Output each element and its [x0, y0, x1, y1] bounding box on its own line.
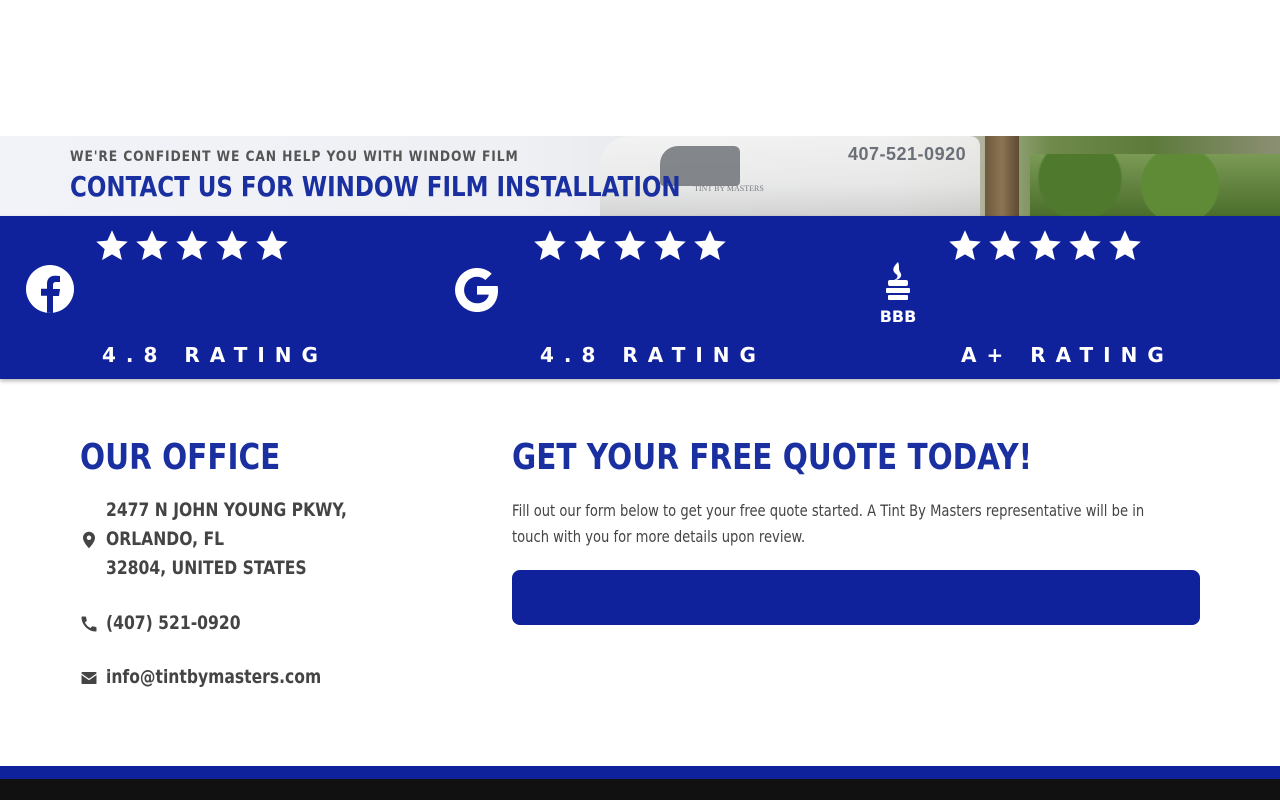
star-icon: [1029, 230, 1061, 261]
truck-phone-decal: 407-521-0920: [848, 144, 967, 164]
email-link[interactable]: info@tintbymasters.com: [106, 663, 321, 692]
facebook-icon: [26, 265, 74, 313]
rating-facebook[interactable]: 4.8 RATING: [0, 216, 430, 379]
star-rating: [947, 228, 1143, 264]
star-icon: [1109, 230, 1141, 261]
star-icon: [1069, 230, 1101, 261]
bbb-icon: BBB: [880, 262, 917, 324]
phone-icon: [81, 615, 97, 631]
map-pin-icon: [83, 531, 95, 548]
star-icon: [949, 230, 981, 261]
star-icon: [534, 230, 566, 261]
star-rating: [532, 228, 728, 264]
star-icon: [216, 230, 248, 261]
footer-accent-bar: [0, 766, 1280, 779]
quote-title: GET YOUR FREE QUOTE TODAY!: [512, 437, 1033, 478]
envelope-icon: [81, 671, 97, 684]
star-icon: [989, 230, 1021, 261]
star-rating: [94, 228, 290, 264]
rating-bbb[interactable]: BBB A+ RATING: [860, 216, 1280, 379]
rating-label: 4.8 RATING: [102, 343, 328, 367]
google-icon: [455, 268, 498, 312]
star-icon: [96, 230, 128, 261]
hero-title: CONTACT US FOR WINDOW FILM INSTALLATION: [70, 170, 681, 203]
footer: [0, 779, 1280, 800]
star-icon: [256, 230, 288, 261]
star-icon: [614, 230, 646, 261]
office-email[interactable]: info@tintbymasters.com: [80, 663, 368, 692]
address-line-1: 2477 N JOHN YOUNG PKWY,: [106, 499, 347, 521]
star-icon: [574, 230, 606, 261]
star-icon: [176, 230, 208, 261]
palm-tree-image: [985, 136, 1019, 216]
quote-form-container[interactable]: [512, 570, 1200, 625]
office-title: OUR OFFICE: [80, 437, 281, 478]
star-icon: [654, 230, 686, 261]
office-phone[interactable]: (407) 521-0920: [80, 609, 270, 638]
rating-label: 4.8 RATING: [540, 343, 766, 367]
star-icon: [694, 230, 726, 261]
ratings-bar: 4.8 RATING 4.8 RATING BBB A+ RATING: [0, 216, 1280, 379]
address-text: 2477 N JOHN YOUNG PKWY, ORLANDO, FL 3280…: [106, 496, 347, 583]
phone-link[interactable]: (407) 521-0920: [106, 609, 241, 638]
hero-subtitle: WE'RE CONFIDENT WE CAN HELP YOU WITH WIN…: [70, 149, 519, 165]
contact-hero-banner: 407-521-0920 TINT BY MASTERS WE'RE CONFI…: [0, 136, 1280, 216]
quote-description: Fill out our form below to get your free…: [512, 501, 1145, 546]
hedge-image: [1030, 154, 1280, 216]
office-address: 2477 N JOHN YOUNG PKWY, ORLANDO, FL 3280…: [80, 496, 400, 583]
star-icon: [136, 230, 168, 261]
address-line-2: ORLANDO, FL: [106, 528, 225, 550]
rating-label: A+ RATING: [961, 343, 1174, 367]
svg-text:BBB: BBB: [880, 307, 917, 324]
rating-google[interactable]: 4.8 RATING: [430, 216, 860, 379]
truck-brand-decal: TINT BY MASTERS: [694, 184, 764, 193]
address-line-3: 32804, UNITED STATES: [106, 557, 307, 579]
